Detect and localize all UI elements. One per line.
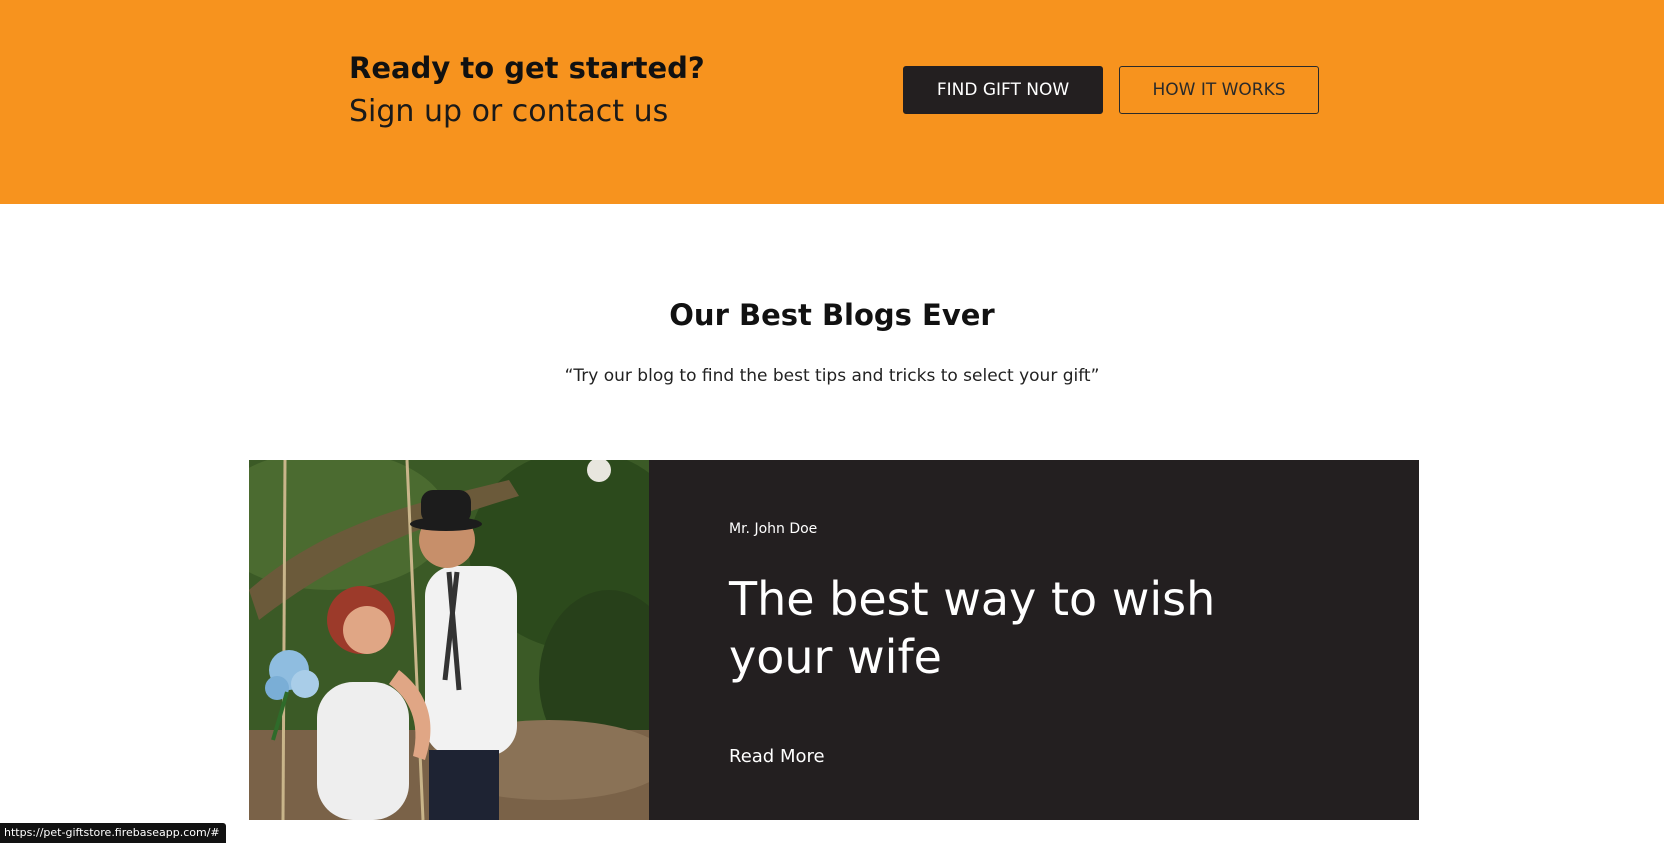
find-gift-now-button[interactable]: FIND GIFT NOW — [903, 66, 1103, 114]
blog-author: Mr. John Doe — [729, 521, 818, 537]
blogs-section-title: Our Best Blogs Ever — [669, 298, 995, 332]
cta-subheading: Sign up or contact us — [349, 94, 669, 129]
couple-photo-illustration — [249, 460, 649, 820]
how-it-works-button[interactable]: HOW IT WORKS — [1119, 66, 1319, 114]
cta-text-block: Ready to get started? Sign up or contact… — [349, 48, 705, 134]
blog-photo-couple-on-swing — [249, 460, 649, 820]
blogs-section-subtitle: “Try our blog to find the best tips and … — [564, 366, 1100, 386]
blog-title[interactable]: The best way to wish your wife — [729, 570, 1249, 686]
featured-blog-card: Mr. John Doe The best way to wish your w… — [249, 460, 1419, 820]
read-more-link[interactable]: Read More — [729, 746, 825, 767]
cta-heading: Ready to get started? — [349, 51, 705, 85]
browser-status-url: https://pet-giftstore.firebaseapp.com/# — [0, 823, 226, 843]
cta-banner: Ready to get started? Sign up or contact… — [0, 0, 1664, 204]
